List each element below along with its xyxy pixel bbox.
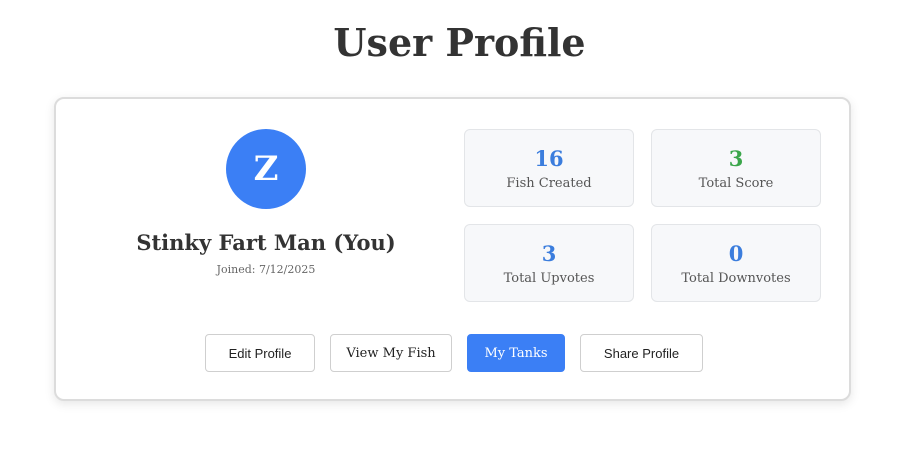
joined-date: Joined: 7/12/2025 (216, 263, 316, 276)
user-name: Stinky Fart Man (You) (136, 230, 396, 255)
stat-label: Fish Created (506, 176, 592, 191)
stat-total-downvotes: 0 Total Downvotes (651, 224, 821, 302)
stat-value: 0 (728, 241, 744, 266)
stat-value: 16 (534, 146, 564, 171)
avatar: Z (226, 129, 306, 209)
stat-total-score: 3 Total Score (651, 129, 821, 207)
stat-label: Total Score (698, 176, 774, 191)
my-tanks-button[interactable]: My Tanks (467, 334, 565, 372)
page-title: User Profile (333, 20, 586, 65)
stat-label: Total Downvotes (681, 271, 791, 286)
stat-total-upvotes: 3 Total Upvotes (464, 224, 634, 302)
stat-value: 3 (541, 241, 557, 266)
profile-card: Z Stinky Fart Man (You) Joined: 7/12/202… (54, 97, 851, 401)
view-my-fish-button[interactable]: View My Fish (330, 334, 452, 372)
avatar-letter: Z (253, 149, 279, 189)
share-profile-button[interactable]: Share Profile (580, 334, 703, 372)
stat-label: Total Upvotes (503, 271, 595, 286)
stat-fish-created: 16 Fish Created (464, 129, 634, 207)
stat-value: 3 (728, 146, 744, 171)
edit-profile-button[interactable]: Edit Profile (205, 334, 315, 372)
